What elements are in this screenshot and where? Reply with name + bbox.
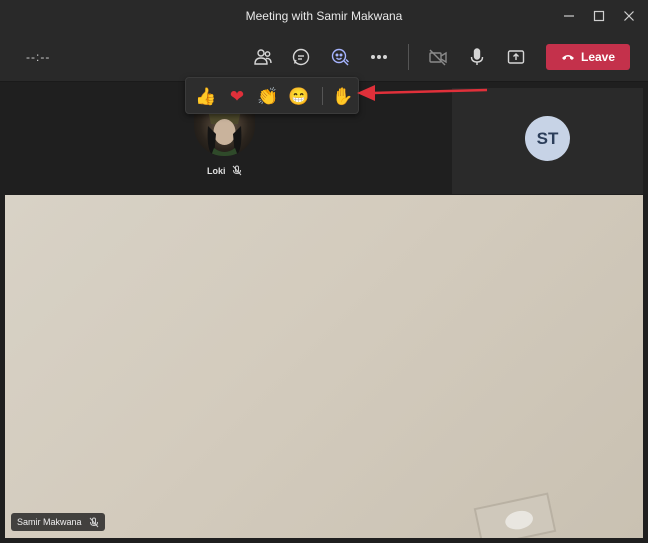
reactions-divider — [322, 87, 323, 105]
mic-muted-icon — [232, 165, 241, 176]
like-reaction-icon[interactable]: 👍 — [195, 86, 217, 108]
laugh-reaction-icon[interactable]: 😁 — [288, 86, 310, 108]
raise-hand-icon[interactable]: ✋ — [332, 86, 354, 108]
window-title: Meeting with Samir Makwana — [245, 9, 403, 23]
leave-label: Leave — [580, 50, 616, 64]
meeting-timer: --:-- — [26, 50, 51, 64]
heart-reaction-icon[interactable]: ❤ — [226, 86, 248, 108]
close-icon[interactable] — [613, 0, 645, 32]
loki-name-label: Loki — [207, 165, 226, 176]
toolbar-divider — [408, 44, 409, 70]
applause-reaction-icon[interactable]: 👏 — [257, 86, 279, 108]
participants-icon[interactable] — [250, 44, 276, 70]
participant-name-samir: Samir Makwana — [11, 513, 105, 531]
meeting-toolbar: --:-- Leave — [0, 32, 648, 82]
chat-icon[interactable] — [288, 44, 314, 70]
maximize-icon[interactable] — [583, 0, 615, 32]
participant-name-loki: Loki — [207, 165, 242, 176]
annotation-arrow — [357, 85, 488, 101]
avatar-initials: ST — [525, 116, 570, 161]
title-bar: Meeting with Samir Makwana — [0, 0, 648, 32]
react-icon[interactable] — [327, 44, 353, 70]
reactions-popup: 👍 ❤ 👏 😁 ✋ — [185, 77, 359, 114]
main-video-feed[interactable] — [5, 195, 643, 538]
samir-name-label: Samir Makwana — [17, 517, 82, 527]
leave-button[interactable]: Leave — [546, 44, 630, 70]
phone-hangup-icon — [561, 55, 574, 60]
camera-off-icon[interactable] — [425, 44, 451, 70]
minimize-icon[interactable] — [553, 0, 585, 32]
mic-muted-icon — [89, 517, 98, 527]
share-screen-icon[interactable] — [503, 44, 529, 70]
microphone-icon[interactable] — [464, 44, 490, 70]
more-options-icon[interactable] — [366, 44, 392, 70]
video-background-object — [473, 492, 557, 538]
